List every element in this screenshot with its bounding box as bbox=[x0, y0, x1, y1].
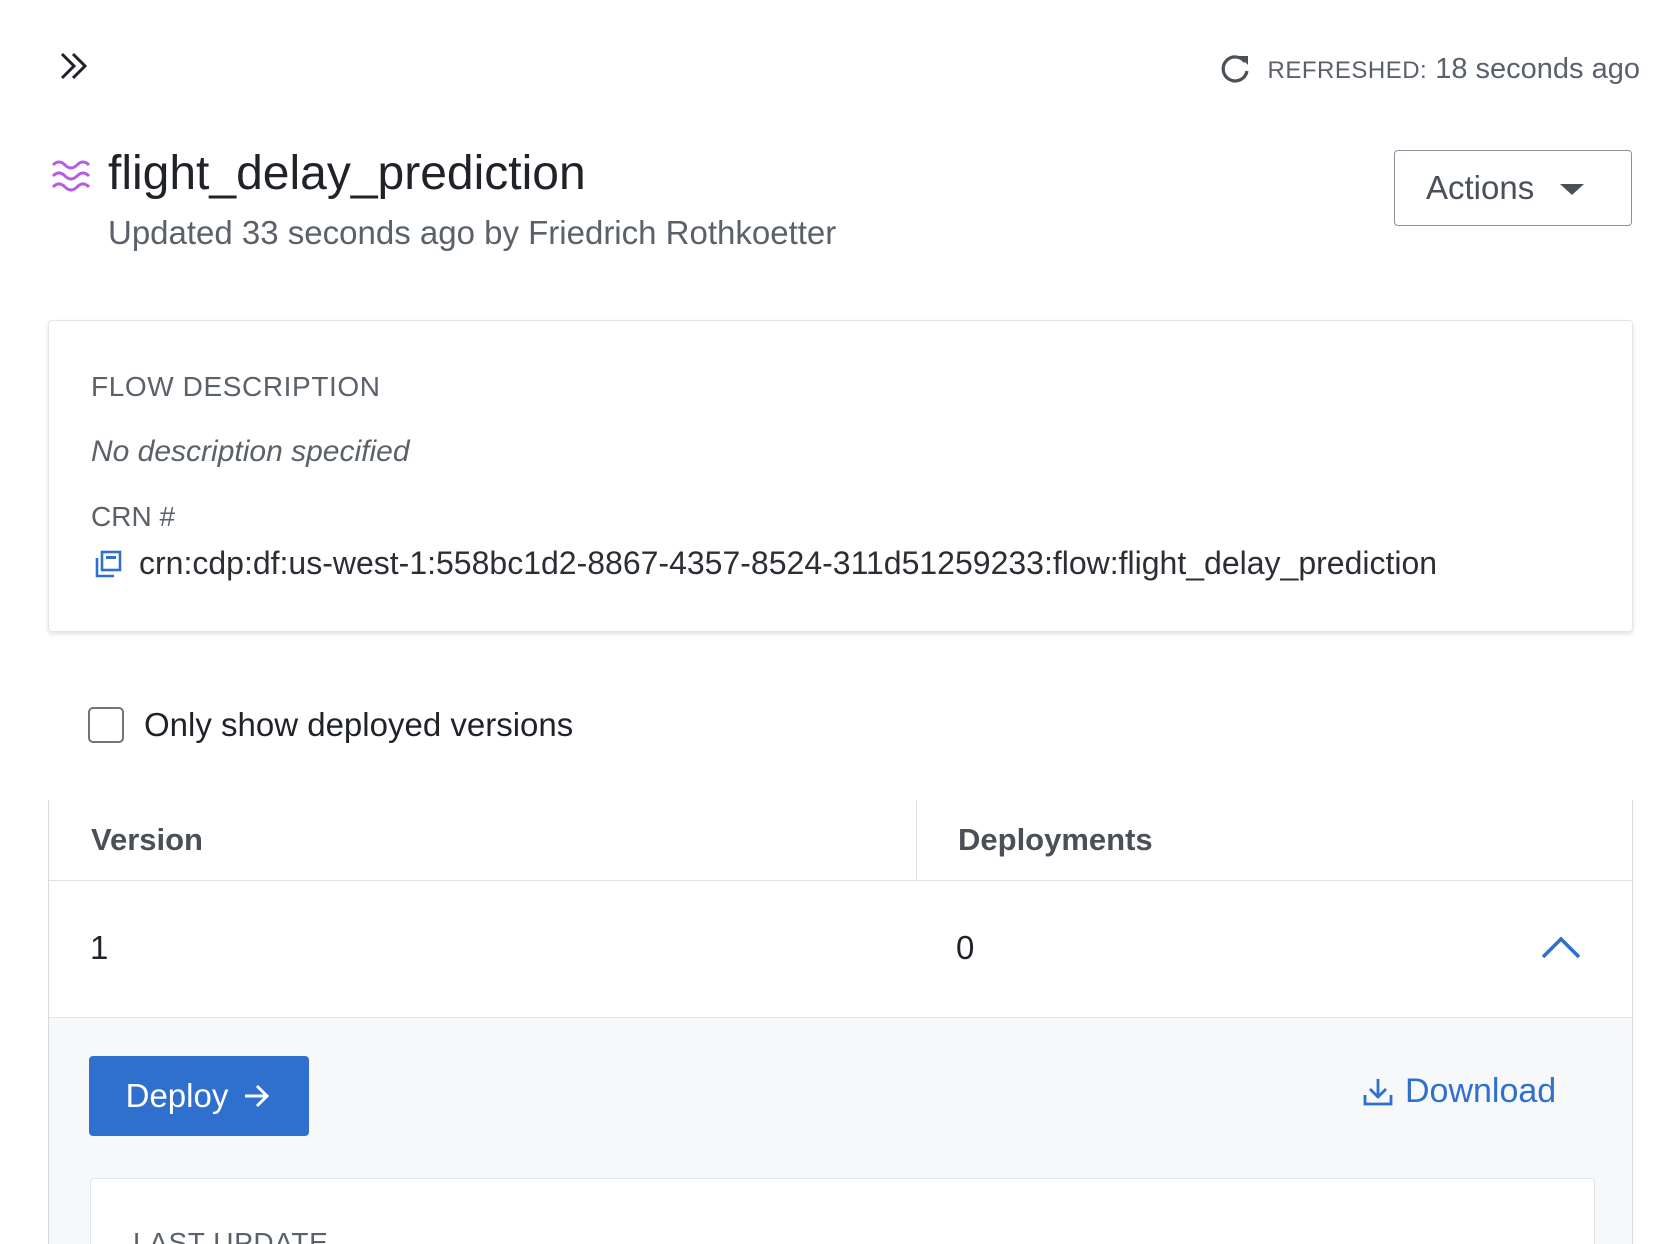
flow-updated-info: Updated 33 seconds ago by Friedrich Roth… bbox=[108, 214, 837, 251]
last-update-card: LAST UPDATE bbox=[90, 1178, 1595, 1244]
only-deployed-checkbox[interactable] bbox=[88, 707, 124, 743]
double-chevron-right-icon bbox=[60, 52, 88, 80]
deploy-label: Deploy bbox=[125, 1077, 229, 1114]
crn-value: crn:cdp:df:us-west-1:558bc1d2-8867-4357-… bbox=[139, 545, 1438, 581]
versions-table: Version Deployments 1 0 Deploy Download … bbox=[48, 800, 1633, 1244]
version-cell: 1 bbox=[90, 929, 109, 966]
caret-down-icon bbox=[1560, 183, 1585, 195]
chevron-up-icon[interactable] bbox=[1539, 931, 1583, 963]
column-header-deployments[interactable]: Deployments bbox=[958, 822, 1153, 858]
flow-details-page: REFRESHED: 18 seconds ago flight_delay_pr… bbox=[0, 0, 1672, 1244]
copy-icon bbox=[95, 550, 122, 577]
column-header-version[interactable]: Version bbox=[91, 822, 203, 858]
actions-dropdown-button[interactable]: Actions bbox=[1394, 150, 1632, 226]
refresh-button[interactable] bbox=[1216, 50, 1254, 88]
deployments-cell: 0 bbox=[956, 929, 975, 966]
copy-crn-button[interactable] bbox=[91, 547, 125, 581]
crn-heading: CRN # bbox=[91, 501, 176, 532]
flow-waves-icon bbox=[51, 160, 91, 192]
refreshed-value: 18 seconds ago bbox=[1435, 52, 1640, 85]
download-label: Download bbox=[1405, 1072, 1557, 1110]
only-deployed-label: Only show deployed versions bbox=[144, 706, 574, 743]
arrow-right-icon bbox=[245, 1084, 270, 1108]
download-link[interactable]: Download bbox=[1361, 1072, 1556, 1111]
flow-description-heading: FLOW DESCRIPTION bbox=[91, 371, 381, 402]
refresh-status: REFRESHED: 18 seconds ago bbox=[1216, 50, 1640, 88]
refresh-icon bbox=[1221, 55, 1249, 83]
deploy-button[interactable]: Deploy bbox=[89, 1056, 309, 1136]
flow-description-text: No description specified bbox=[91, 435, 410, 468]
crn-row: crn:cdp:df:us-west-1:558bc1d2-8867-4357-… bbox=[91, 545, 1437, 582]
flow-title: flight_delay_prediction bbox=[108, 147, 586, 200]
refreshed-label: REFRESHED: bbox=[1267, 56, 1428, 84]
flow-description-card: FLOW DESCRIPTION No description specifie… bbox=[48, 320, 1633, 632]
actions-label: Actions bbox=[1426, 169, 1535, 206]
table-header: Version Deployments bbox=[49, 800, 1632, 881]
only-deployed-filter[interactable]: Only show deployed versions bbox=[88, 706, 573, 744]
column-divider bbox=[916, 800, 917, 880]
download-icon bbox=[1363, 1078, 1393, 1105]
expanded-row-panel: Deploy Download LAST UPDATE bbox=[49, 1018, 1632, 1244]
last-update-heading: LAST UPDATE bbox=[133, 1227, 329, 1244]
table-row[interactable]: 1 0 bbox=[49, 881, 1632, 1018]
expand-sidebar-button[interactable] bbox=[52, 44, 96, 88]
